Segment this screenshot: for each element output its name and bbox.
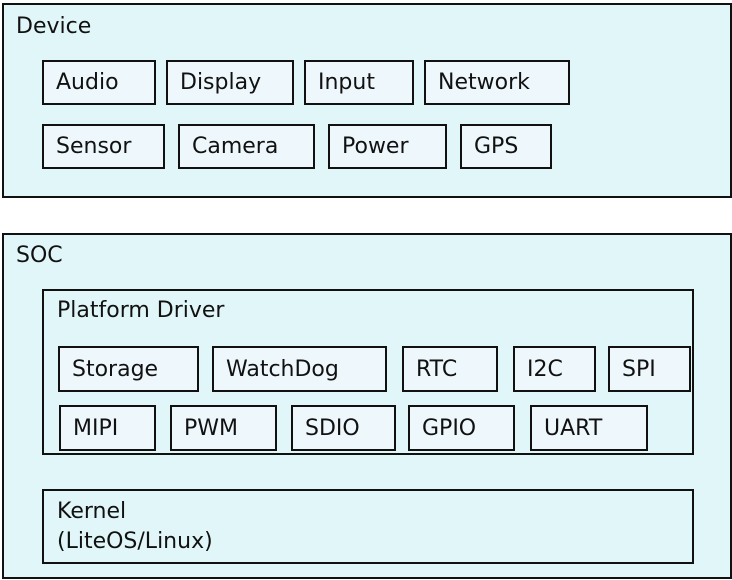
driver-pwm: PWM [170,405,277,451]
platform-driver-title: Platform Driver [57,298,225,323]
device-audio: Audio [42,60,156,105]
driver-i2c: I2C [513,346,596,392]
driver-watchdog: WatchDog [212,346,387,392]
driver-spi: SPI [608,346,691,392]
device-power: Power [328,124,447,169]
kernel-label: Kernel [57,499,127,524]
kernel-os-label: (LiteOS/Linux) [57,529,213,554]
device-camera: Camera [178,124,315,169]
device-display: Display [166,60,294,105]
device-title: Device [16,14,92,39]
device-input: Input [304,60,414,105]
driver-sdio: SDIO [291,405,396,451]
driver-gpio: GPIO [408,405,515,451]
soc-title: SOC [16,243,63,268]
kernel-panel: Kernel (LiteOS/Linux) [42,489,694,564]
device-sensor: Sensor [42,124,165,169]
device-gps: GPS [460,124,552,169]
driver-uart: UART [530,405,648,451]
driver-mipi: MIPI [59,405,156,451]
device-network: Network [424,60,570,105]
driver-rtc: RTC [402,346,498,392]
driver-storage: Storage [58,346,199,392]
